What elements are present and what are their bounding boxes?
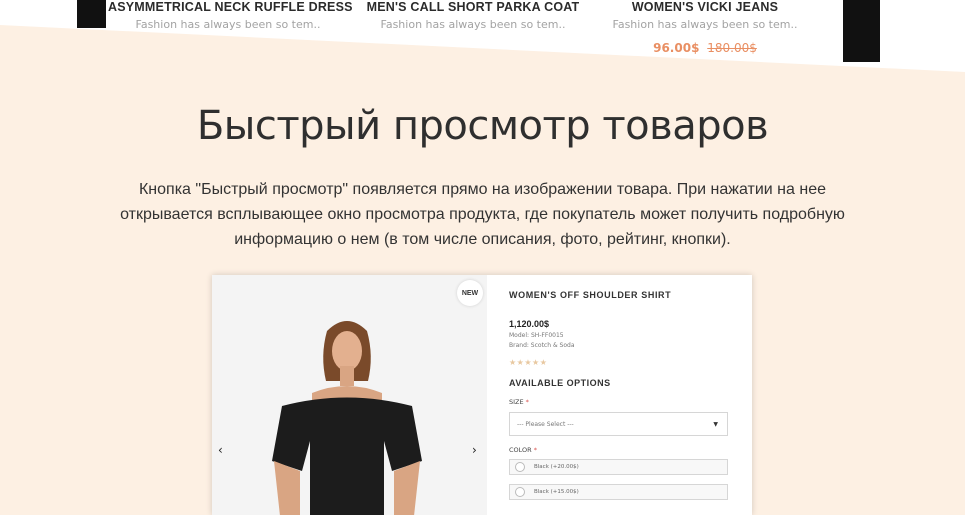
product-details: WOMEN'S OFF SHOULDER SHIRT 1,120.00$ Mod… xyxy=(509,275,739,500)
color-option-label: Black (+20.00$) xyxy=(534,464,579,470)
product-card[interactable]: WOMEN'S VICKI JEANS Fashion has always b… xyxy=(585,0,825,55)
quickview-modal: NEW ‹ › WOMEN'S OFF SHOULDER SHIRT 1,120… xyxy=(212,275,752,515)
new-badge: NEW xyxy=(457,280,483,306)
size-label: SIZE * xyxy=(509,398,739,406)
product-card[interactable]: ASYMMETRICAL NECK RUFFLE DRESS Fashion h… xyxy=(108,0,352,31)
product-price: 96.00$ 180.00$ xyxy=(585,41,825,55)
color-option[interactable]: Black (+15.00$) xyxy=(509,484,728,500)
product-image-edge xyxy=(77,0,106,28)
product-title: WOMEN'S OFF SHOULDER SHIRT xyxy=(509,290,672,300)
product-description: Fashion has always been so tem.. xyxy=(612,18,798,31)
options-title: AVAILABLE OPTIONS xyxy=(509,378,611,388)
product-name[interactable]: ASYMMETRICAL NECK RUFFLE DRESS xyxy=(108,0,352,14)
caret-down-icon: ▼ xyxy=(713,421,718,428)
product-name[interactable]: MEN'S CALL SHORT PARKA COAT xyxy=(353,0,593,14)
radio-icon[interactable] xyxy=(515,487,525,497)
chevron-right-icon[interactable]: › xyxy=(472,443,477,457)
product-brand: Brand: Scotch & Soda xyxy=(509,342,575,349)
product-photo xyxy=(272,321,422,515)
product-card[interactable]: MEN'S CALL SHORT PARKA COAT Fashion has … xyxy=(353,0,593,31)
price-new: 96.00$ xyxy=(653,41,700,55)
product-name[interactable]: WOMEN'S VICKI JEANS xyxy=(585,0,825,14)
color-label-text: COLOR xyxy=(509,446,532,454)
section-description: Кнопка "Быстрый просмотр" появляется пря… xyxy=(120,181,845,248)
size-select[interactable]: --- Please Select --- ▼ xyxy=(509,412,728,436)
required-mark: * xyxy=(533,446,537,454)
radio-icon[interactable] xyxy=(515,462,525,472)
product-model: Model: SH-FF0015 xyxy=(509,332,564,339)
product-description: Fashion has always been so tem.. xyxy=(135,18,321,31)
size-select-value: --- Please Select --- xyxy=(517,420,574,428)
chevron-left-icon[interactable]: ‹ xyxy=(218,443,223,457)
color-option[interactable]: Black (+20.00$) xyxy=(509,459,728,475)
required-mark: * xyxy=(525,398,529,406)
color-option-label: Black (+15.00$) xyxy=(534,489,579,495)
product-description: Fashion has always been so tem.. xyxy=(380,18,566,31)
color-label: COLOR * xyxy=(509,446,739,454)
section-title: Быстрый просмотр товаров xyxy=(196,103,769,149)
rating-stars: ★★★★★ xyxy=(509,358,548,367)
price-old: 180.00$ xyxy=(707,41,757,55)
product-image-edge xyxy=(843,0,880,62)
size-label-text: SIZE xyxy=(509,398,524,406)
product-gallery: NEW ‹ › xyxy=(212,275,487,515)
product-price: 1,120.00$ xyxy=(509,319,550,329)
